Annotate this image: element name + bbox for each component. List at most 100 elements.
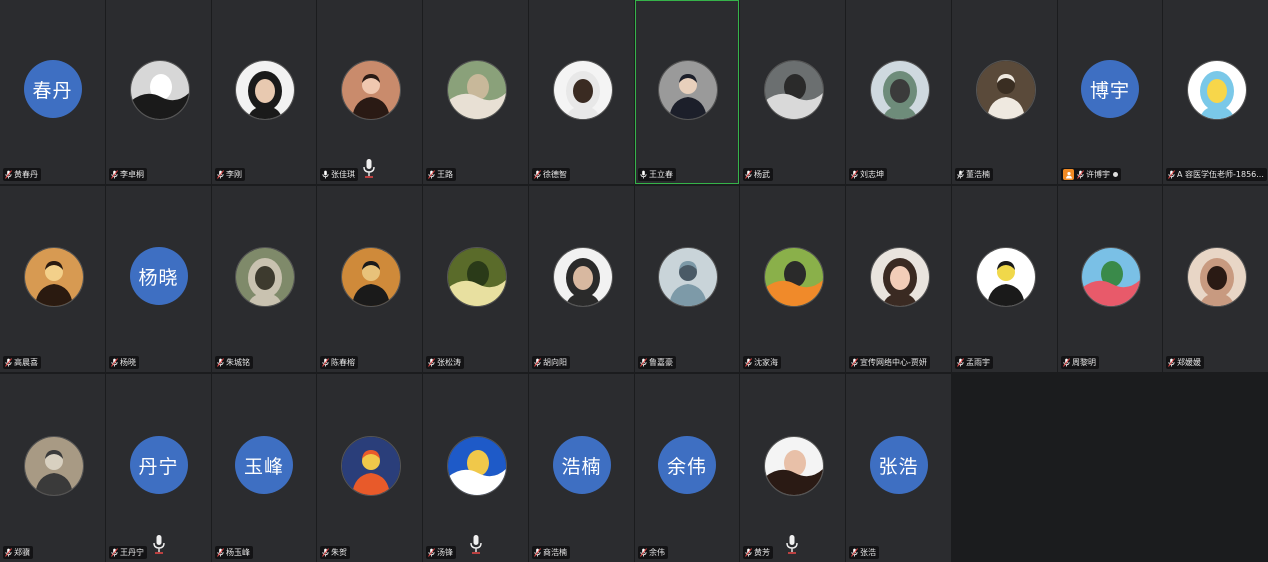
- avatar: [1081, 247, 1141, 307]
- participant-name: 沈家海: [754, 358, 778, 367]
- avatar: [869, 60, 930, 120]
- mic-muted-icon: [851, 170, 858, 179]
- avatar: [23, 436, 84, 496]
- profile-photo: [1187, 248, 1246, 306]
- avatar-initials: 余伟: [658, 436, 716, 494]
- participant-tile[interactable]: 博宇 许博宇: [1058, 0, 1162, 184]
- participant-tile[interactable]: 王立春: [635, 0, 739, 184]
- participant-name: 鲁嘉豪: [649, 358, 673, 367]
- mic-muted-icon: [217, 358, 224, 367]
- mic-muted-icon: [111, 548, 118, 557]
- participant-tile[interactable]: 张佳琪: [317, 0, 422, 184]
- mic-muted-icon: [1168, 358, 1175, 367]
- avatar: [235, 247, 295, 307]
- participant-tile[interactable]: 李刚: [212, 0, 316, 184]
- speaking-mic-icon: [470, 535, 482, 554]
- participant-name-tag: 杨武: [743, 168, 773, 181]
- avatar: [340, 247, 401, 307]
- participant-name-tag: 鲁嘉豪: [638, 356, 676, 369]
- participant-name: 刘志坤: [860, 170, 884, 179]
- participant-tile[interactable]: 周黎明: [1058, 186, 1162, 372]
- participant-name: 张佳琪: [331, 170, 355, 179]
- mic-muted-icon: [1063, 358, 1070, 367]
- profile-photo: [24, 437, 83, 495]
- participant-tile[interactable]: 玉峰杨玉峰: [212, 374, 316, 562]
- profile-photo: [447, 61, 506, 119]
- participant-tile[interactable]: 高晨喜: [0, 186, 105, 372]
- mic-muted-icon: [428, 548, 435, 557]
- participant-name-tag: 杨晓: [109, 356, 139, 369]
- mic-icon: [322, 170, 329, 179]
- avatar-initials: 浩楠: [552, 436, 611, 494]
- participant-tile[interactable]: 陈春榕: [317, 186, 422, 372]
- participant-tile[interactable]: 鲁嘉豪: [635, 186, 739, 372]
- participant-name-tag: 胡向阳: [532, 356, 570, 369]
- participant-name-tag: 郑骥: [3, 546, 33, 559]
- participant-tile[interactable]: 宣传网络中心-贾妍: [846, 186, 951, 372]
- profile-photo: [341, 61, 400, 119]
- participant-tile[interactable]: 余伟 余伟: [635, 374, 739, 562]
- mic-icon: [640, 170, 647, 179]
- participant-tile[interactable]: 刘志坤: [846, 0, 951, 184]
- participant-name-tag: 刘志坤: [849, 168, 887, 181]
- avatar: [658, 247, 718, 307]
- participant-tile[interactable]: 朱城铭: [212, 186, 316, 372]
- participant-tile[interactable]: 董浩楠: [952, 0, 1057, 184]
- avatar: [446, 60, 507, 120]
- participant-name: 朱贺: [331, 548, 347, 557]
- participant-tile[interactable]: 沈家海: [740, 186, 845, 372]
- participant-tile[interactable]: 孟雨宇: [952, 186, 1057, 372]
- mic-muted-icon: [851, 548, 858, 557]
- mic-muted-icon: [534, 548, 541, 557]
- participant-tile[interactable]: 郑骥: [0, 374, 105, 562]
- mic-muted-icon: [851, 358, 858, 367]
- participant-name: 周黎明: [1072, 358, 1096, 367]
- avatar: [869, 247, 930, 307]
- participant-name-tag: 张佳琪: [320, 168, 358, 181]
- participant-tile[interactable]: 杨晓 杨晓: [106, 186, 211, 372]
- participant-name-tag: 董浩楠: [955, 168, 993, 181]
- participant-name-tag: 王丹宁: [109, 546, 147, 559]
- avatar-initials: 博宇: [1081, 60, 1139, 118]
- participant-tile[interactable]: A 容医学伍老师-1856...: [1163, 0, 1268, 184]
- mic-muted-icon: [745, 170, 752, 179]
- participant-tile[interactable]: 杨武: [740, 0, 845, 184]
- profile-photo: [447, 437, 506, 495]
- avatar: [129, 60, 190, 120]
- avatar-initials: 玉峰: [235, 436, 293, 494]
- profile-photo: [341, 248, 400, 306]
- participant-tile[interactable]: 李卓桐: [106, 0, 211, 184]
- mic-muted-icon: [5, 170, 12, 179]
- mic-muted-icon: [217, 548, 224, 557]
- participant-tile[interactable]: 张浩 张浩: [846, 374, 951, 562]
- participant-name: 王立春: [649, 170, 673, 179]
- profile-photo: [236, 61, 294, 119]
- mic-muted-icon: [5, 548, 12, 557]
- mic-muted-icon: [111, 358, 118, 367]
- participant-name-tag: 高晨喜: [3, 356, 41, 369]
- participant-tile[interactable]: 张松涛: [423, 186, 528, 372]
- participant-tile[interactable]: 浩楠 商浩楠: [529, 374, 634, 562]
- profile-photo: [659, 61, 717, 119]
- participant-tile[interactable]: 王路: [423, 0, 528, 184]
- participant-name-tag: A 容医学伍老师-1856...: [1166, 168, 1267, 181]
- mic-muted-icon: [534, 170, 541, 179]
- participant-name: 宣传网络中心-贾妍: [860, 358, 927, 367]
- participant-name: 朱城铭: [226, 358, 250, 367]
- participant-name: 李卓桐: [120, 170, 144, 179]
- participant-tile[interactable]: 胡向阳: [529, 186, 634, 372]
- participant-tile[interactable]: 郑媛媛: [1163, 186, 1268, 372]
- profile-photo: [130, 61, 189, 119]
- participant-name: A 容医学伍老师-1856...: [1177, 170, 1264, 179]
- participant-tile[interactable]: 徐德智: [529, 0, 634, 184]
- participant-name-tag: 杨玉峰: [215, 546, 253, 559]
- participant-name-tag: 黄芳: [743, 546, 773, 559]
- video-grid: 春丹 黄春丹李卓桐 李刚张佳琪 王路 徐德智王立春 杨武 刘志坤 董浩楠 博宇 许博宇 A 容医学伍…: [0, 0, 1268, 562]
- participant-tile[interactable]: 朱贺: [317, 374, 422, 562]
- participant-tile[interactable]: 春丹 黄春丹: [0, 0, 105, 184]
- mic-muted-icon: [1168, 170, 1175, 179]
- avatar: [235, 60, 295, 120]
- participant-name: 黄芳: [754, 548, 770, 557]
- mic-muted-icon: [957, 358, 964, 367]
- mic-muted-icon: [428, 358, 435, 367]
